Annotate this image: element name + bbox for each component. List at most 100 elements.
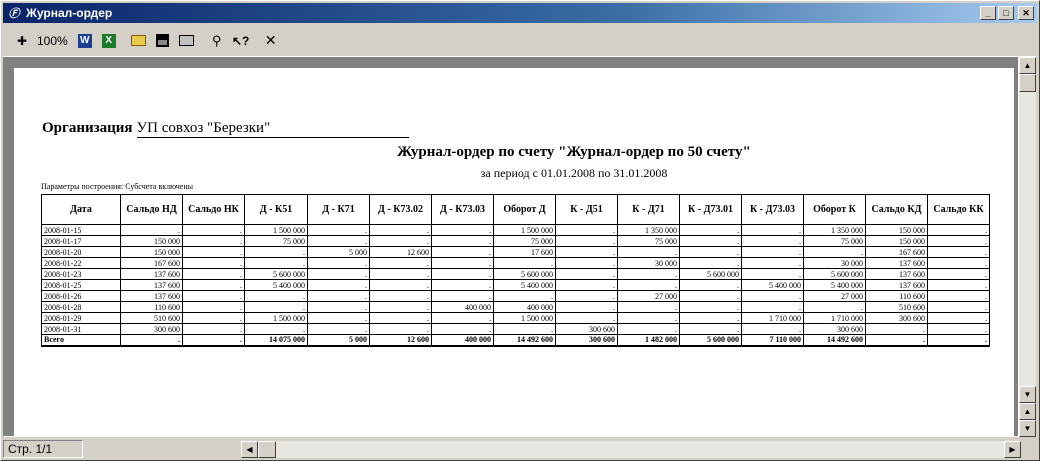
zoom-icon[interactable]: ✚ <box>11 30 33 52</box>
amount-cell: 400 000 <box>431 334 494 347</box>
amount-cell: 5 000 <box>307 334 370 347</box>
status-bar: Стр. 1/1 ◀ ▶ <box>3 439 1037 459</box>
report-viewport[interactable]: Организация УП совхоз "Березки" Журнал-ор… <box>3 57 1019 437</box>
window-title: Журнал-ордер <box>26 6 113 20</box>
column-header: К - Д51 <box>555 194 618 225</box>
minimize-button[interactable]: _ <box>980 6 996 20</box>
amount-cell: . <box>617 323 680 335</box>
close-button[interactable]: ✕ <box>1018 6 1034 20</box>
excel-export-icon[interactable]: X <box>98 30 120 52</box>
amount-cell: . <box>244 257 308 269</box>
table-row: 2008-01-20 150 000.. 5 000 12 600. 17 600...… <box>41 246 990 258</box>
amount-cell: 75 000 <box>617 235 680 247</box>
amount-cell: 300 600 <box>555 323 618 335</box>
maximize-button[interactable]: □ <box>998 6 1014 20</box>
amount-cell: . <box>307 301 370 313</box>
amount-cell: . <box>679 279 742 291</box>
amount-cell: . <box>431 268 494 280</box>
amount-cell: 137 600 <box>865 257 928 269</box>
table-row: 2008-01-31 300 600...... 300 600... 300 600… <box>41 323 990 335</box>
amount-cell: 1 500 000 <box>244 224 308 236</box>
amount-cell: . <box>244 323 308 335</box>
amount-cell: 5 600 000 <box>679 268 742 280</box>
amount-cell: . <box>120 224 183 236</box>
totals-row: Всего.. 14 075 000 5 000 12 600 400 000 14 49… <box>41 334 990 347</box>
word-export-icon[interactable]: W <box>74 30 96 52</box>
save-icon[interactable] <box>152 30 174 52</box>
amount-cell: . <box>927 235 990 247</box>
amount-cell: . <box>493 323 556 335</box>
table-row: 2008-01-22 167 600....... 30 000.. 30 000 13… <box>41 257 990 269</box>
amount-cell: 150 000 <box>120 235 183 247</box>
date-cell: 2008-01-29 <box>41 312 121 324</box>
amount-cell: . <box>307 224 370 236</box>
horizontal-scroll-thumb[interactable] <box>258 440 276 458</box>
amount-cell: . <box>617 268 680 280</box>
date-cell: 2008-01-15 <box>41 224 121 236</box>
report-page: Организация УП совхоз "Березки" Журнал-ор… <box>14 68 1014 436</box>
amount-cell: . <box>244 246 308 258</box>
amount-cell: . <box>555 301 618 313</box>
amount-cell: 5 400 000 <box>803 279 866 291</box>
amount-cell: 1 500 000 <box>244 312 308 324</box>
amount-cell: . <box>120 334 183 347</box>
scroll-left-button[interactable]: ◀ <box>241 440 258 458</box>
print-icon[interactable] <box>176 30 198 52</box>
amount-cell: . <box>555 279 618 291</box>
amount-cell: . <box>369 224 432 236</box>
organization-label: Организация <box>42 120 133 136</box>
amount-cell: 5 600 000 <box>803 268 866 280</box>
amount-cell: . <box>555 224 618 236</box>
amount-cell: . <box>927 312 990 324</box>
amount-cell: 14 492 600 <box>803 334 866 347</box>
amount-cell: . <box>555 290 618 302</box>
horizontal-scrollbar[interactable]: ◀ ▶ <box>241 440 1021 458</box>
amount-cell: . <box>369 301 432 313</box>
zoom-level[interactable]: 100% <box>37 34 68 48</box>
table-header-row: Дата Сальдо НД Сальдо НК Д - К51 Д - К71… <box>41 194 990 225</box>
amount-cell: . <box>865 323 928 335</box>
amount-cell: 27 000 <box>803 290 866 302</box>
amount-cell: . <box>927 268 990 280</box>
journal-table: Дата Сальдо НД Сальдо НК Д - К51 Д - К71… <box>41 194 990 347</box>
amount-cell: . <box>182 257 245 269</box>
find-icon[interactable]: ⚲ <box>206 30 228 52</box>
context-help-icon[interactable]: ↖? <box>230 30 252 52</box>
amount-cell: 75 000 <box>803 235 866 247</box>
amount-cell: . <box>431 224 494 236</box>
page-down-button[interactable]: ▼ <box>1019 420 1036 437</box>
amount-cell: 150 000 <box>865 224 928 236</box>
column-header: К - Д71 <box>617 194 680 225</box>
close-report-icon[interactable]: ✕ <box>260 30 282 52</box>
scroll-down-button[interactable]: ▼ <box>1019 386 1036 403</box>
amount-cell: . <box>431 323 494 335</box>
open-folder-icon[interactable] <box>128 30 150 52</box>
amount-cell: 300 600 <box>555 334 618 347</box>
amount-cell: . <box>617 301 680 313</box>
date-cell: 2008-01-25 <box>41 279 121 291</box>
amount-cell: . <box>803 246 866 258</box>
amount-cell: . <box>369 235 432 247</box>
amount-cell: 510 600 <box>120 312 183 324</box>
organization-line: Организация УП совхоз "Березки" <box>42 120 409 138</box>
date-cell: Всего <box>41 334 121 347</box>
scroll-right-button[interactable]: ▶ <box>1004 440 1021 458</box>
table-row: 2008-01-17 150 000. 75 000... 75 000. 75 000… <box>41 235 990 247</box>
scroll-up-button[interactable]: ▲ <box>1019 57 1036 74</box>
amount-cell: 110 600 <box>120 301 183 313</box>
vertical-scroll-thumb[interactable] <box>1019 74 1036 92</box>
amount-cell: . <box>803 301 866 313</box>
amount-cell: 5 600 000 <box>244 268 308 280</box>
table-body: 2008-01-15.. 1 500 000... 1 500 000. 1 350 … <box>41 224 990 347</box>
amount-cell: . <box>307 323 370 335</box>
amount-cell: . <box>927 224 990 236</box>
page-up-button[interactable]: ▲ <box>1019 403 1036 420</box>
amount-cell: 150 000 <box>120 246 183 258</box>
amount-cell: 27 000 <box>617 290 680 302</box>
amount-cell: 300 600 <box>803 323 866 335</box>
amount-cell: . <box>555 257 618 269</box>
amount-cell: 137 600 <box>120 279 183 291</box>
amount-cell: . <box>307 235 370 247</box>
vertical-scrollbar[interactable]: ▲ ▼ ▲ ▼ <box>1019 57 1036 437</box>
amount-cell: . <box>369 312 432 324</box>
